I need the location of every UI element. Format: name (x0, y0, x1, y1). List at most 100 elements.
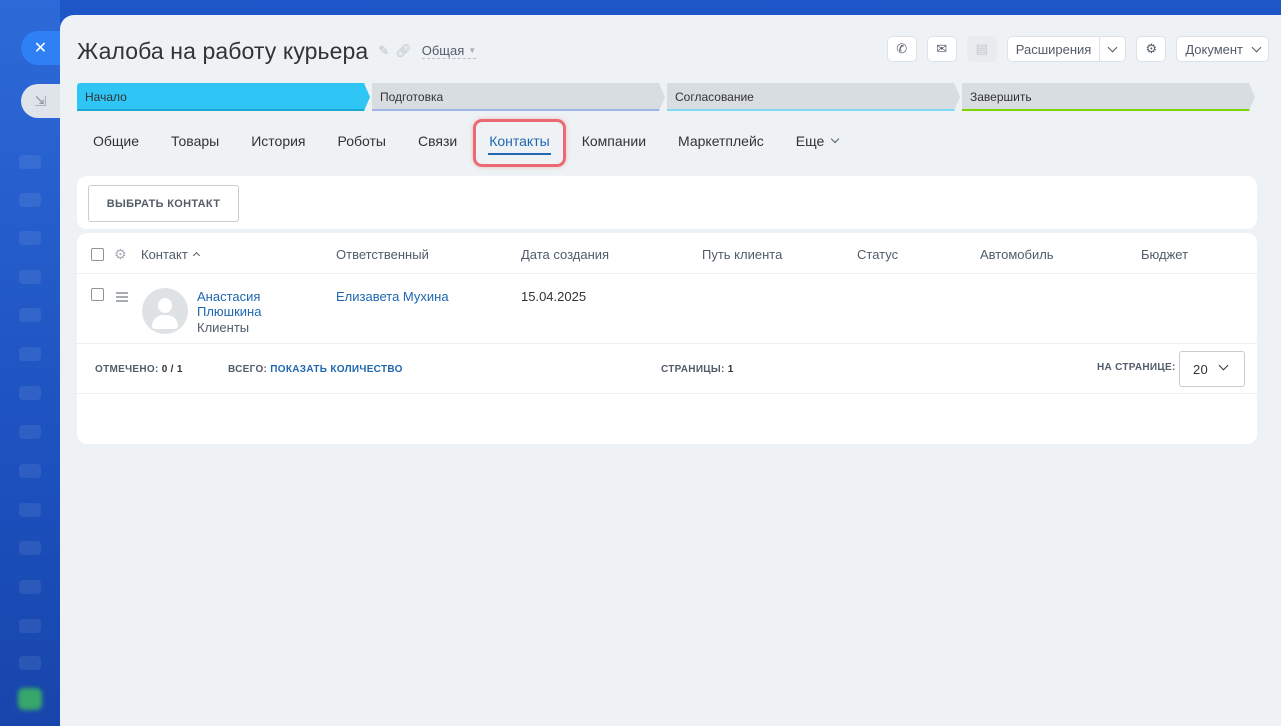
per-page-value: 20 (1193, 361, 1209, 377)
tab-marketplace[interactable]: Маркетплейс (662, 123, 780, 159)
category-label: Общая (421, 43, 465, 58)
avatar (142, 288, 188, 334)
tab-products[interactable]: Товары (155, 123, 235, 159)
call-button[interactable]: ✆ (886, 36, 917, 62)
sidebar-icon (19, 347, 41, 361)
close-slider-button[interactable]: ✕ (21, 31, 60, 65)
select-all-checkbox[interactable] (91, 248, 104, 261)
total-label: ВСЕГО: (228, 364, 268, 375)
close-icon: ✕ (33, 40, 48, 57)
sidebar-icon (19, 231, 41, 245)
stage-finish[interactable]: Завершить (962, 83, 1255, 111)
chevron-down-icon (1251, 42, 1262, 52)
stage-approval[interactable]: Согласование (667, 83, 960, 111)
column-header-client-path[interactable]: Путь клиента (702, 247, 782, 262)
grid-footer: ОТМЕЧЕНО: 0 / 1 ВСЕГО: ПОКАЗАТЬ КОЛИЧЕСТ… (77, 345, 1257, 394)
column-header-created[interactable]: Дата создания (521, 247, 609, 262)
chat-button[interactable]: ▤ (966, 36, 997, 62)
tab-label: Роботы (337, 133, 386, 149)
tab-label: Еще (795, 133, 825, 149)
total-count: ВСЕГО: ПОКАЗАТЬ КОЛИЧЕСТВО (228, 364, 403, 375)
sort-up-icon (192, 251, 200, 260)
chevron-down-icon (831, 134, 840, 144)
header-toolbar: ✆ ✉ ▤ Расширения ⚙ Документ (886, 36, 1269, 62)
sidebar-icon (19, 193, 41, 207)
pages-label: СТРАНИЦЫ: (661, 364, 725, 375)
mail-icon: ✉ (936, 41, 948, 56)
table-row[interactable]: Анастасия Плюшкина Клиенты Елизавета Мух… (77, 274, 1257, 344)
column-header-budget[interactable]: Бюджет (1141, 247, 1188, 262)
sidebar-icon (19, 619, 41, 633)
tab-label: Общие (93, 133, 140, 149)
extensions-label: Расширения (1015, 41, 1092, 57)
category-selector[interactable]: Общая ▼ (421, 43, 477, 59)
column-header-status[interactable]: Статус (857, 247, 898, 262)
phone-icon: ✆ (896, 41, 908, 56)
drag-handle-icon[interactable] (116, 292, 128, 304)
tab-label: Связи (418, 133, 458, 149)
tab-more[interactable]: Еще (780, 123, 855, 159)
page-title: Жалоба на работу курьера (77, 37, 369, 64)
created-date: 15.04.2025 (521, 289, 587, 304)
deal-panel: Жалоба на работу курьера ✎ 🔗︎ Общая ▼ ✆ … (60, 15, 1281, 726)
minimize-icon: ⇲ (34, 92, 47, 109)
contacts-grid: ⚙ Контакт Ответственный Дата создания Пу… (77, 233, 1257, 444)
show-count-link[interactable]: ПОКАЗАТЬ КОЛИЧЕСТВО (270, 364, 402, 375)
sidebar-icon (19, 155, 41, 169)
table-header: ⚙ Контакт Ответственный Дата создания Пу… (77, 233, 1257, 274)
minimize-slider-button[interactable]: ⇲ (21, 84, 60, 118)
chat-icon: ▤ (975, 41, 988, 56)
selected-label: ОТМЕЧЕНО: (95, 364, 159, 375)
select-contact-button[interactable]: ВЫБРАТЬ КОНТАКТ (88, 185, 239, 222)
tab-label: Маркетплейс (678, 133, 764, 149)
contacts-actions-card: ВЫБРАТЬ КОНТАКТ (77, 176, 1257, 229)
tab-label: История (251, 133, 306, 149)
tab-label: Товары (171, 133, 220, 149)
extensions-dropdown[interactable]: Расширения (1006, 36, 1127, 62)
sidebar-icon (19, 541, 41, 555)
tab-robots[interactable]: Роботы (322, 123, 402, 159)
tab-relations[interactable]: Связи (402, 123, 473, 159)
sidebar-icon (19, 503, 41, 517)
gear-icon: ⚙ (1145, 41, 1158, 56)
sidebar-icon (19, 386, 41, 400)
chevron-down-icon[interactable] (1099, 37, 1125, 61)
settings-button[interactable]: ⚙ (1136, 36, 1167, 62)
link-icon[interactable]: 🔗︎ (395, 43, 412, 59)
sidebar-app-icon (18, 688, 42, 710)
stage-start[interactable]: Начало (77, 83, 370, 111)
column-header-car[interactable]: Автомобиль (980, 247, 1054, 262)
pencil-icon[interactable]: ✎ (378, 43, 389, 59)
tab-history[interactable]: История (235, 123, 321, 159)
contact-name-link[interactable]: Анастасия Плюшкина (197, 289, 287, 319)
contact-type: Клиенты (197, 320, 250, 335)
document-label: Документ (1185, 41, 1243, 57)
row-checkbox[interactable] (91, 288, 104, 301)
entity-header: Жалоба на работу курьера ✎ 🔗︎ Общая ▼ (77, 37, 477, 65)
tab-general[interactable]: Общие (77, 123, 155, 159)
highlight-frame (473, 119, 566, 167)
sidebar-icon (19, 308, 41, 322)
per-page-label: НА СТРАНИЦЕ: (1097, 362, 1176, 373)
sidebar-icon (19, 425, 41, 439)
responsible-link[interactable]: Елизавета Мухина (336, 289, 449, 304)
caret-down-icon: ▼ (468, 46, 477, 55)
per-page-select[interactable]: 20 (1179, 351, 1245, 387)
sidebar-icon (19, 656, 41, 670)
tab-companies[interactable]: Компании (566, 123, 662, 159)
tab-contacts[interactable]: Контакты (473, 119, 566, 167)
column-header-responsible[interactable]: Ответственный (336, 247, 429, 262)
stage-preparation[interactable]: Подготовка (372, 83, 665, 111)
sidebar-icon (19, 270, 41, 284)
sidebar-icon (19, 464, 41, 478)
document-dropdown[interactable]: Документ (1176, 36, 1269, 62)
selected-value: 0 / 1 (161, 364, 183, 375)
column-label: Контакт (141, 247, 188, 262)
chevron-down-icon (1218, 360, 1229, 371)
sidebar-icon (19, 580, 41, 594)
gear-icon[interactable]: ⚙ (114, 246, 127, 263)
email-button[interactable]: ✉ (926, 36, 957, 62)
pages-info: СТРАНИЦЫ: 1 (661, 364, 734, 375)
tab-bar: Общие Товары История Роботы Связи Контак… (77, 119, 855, 167)
column-header-contact[interactable]: Контакт (141, 247, 200, 262)
